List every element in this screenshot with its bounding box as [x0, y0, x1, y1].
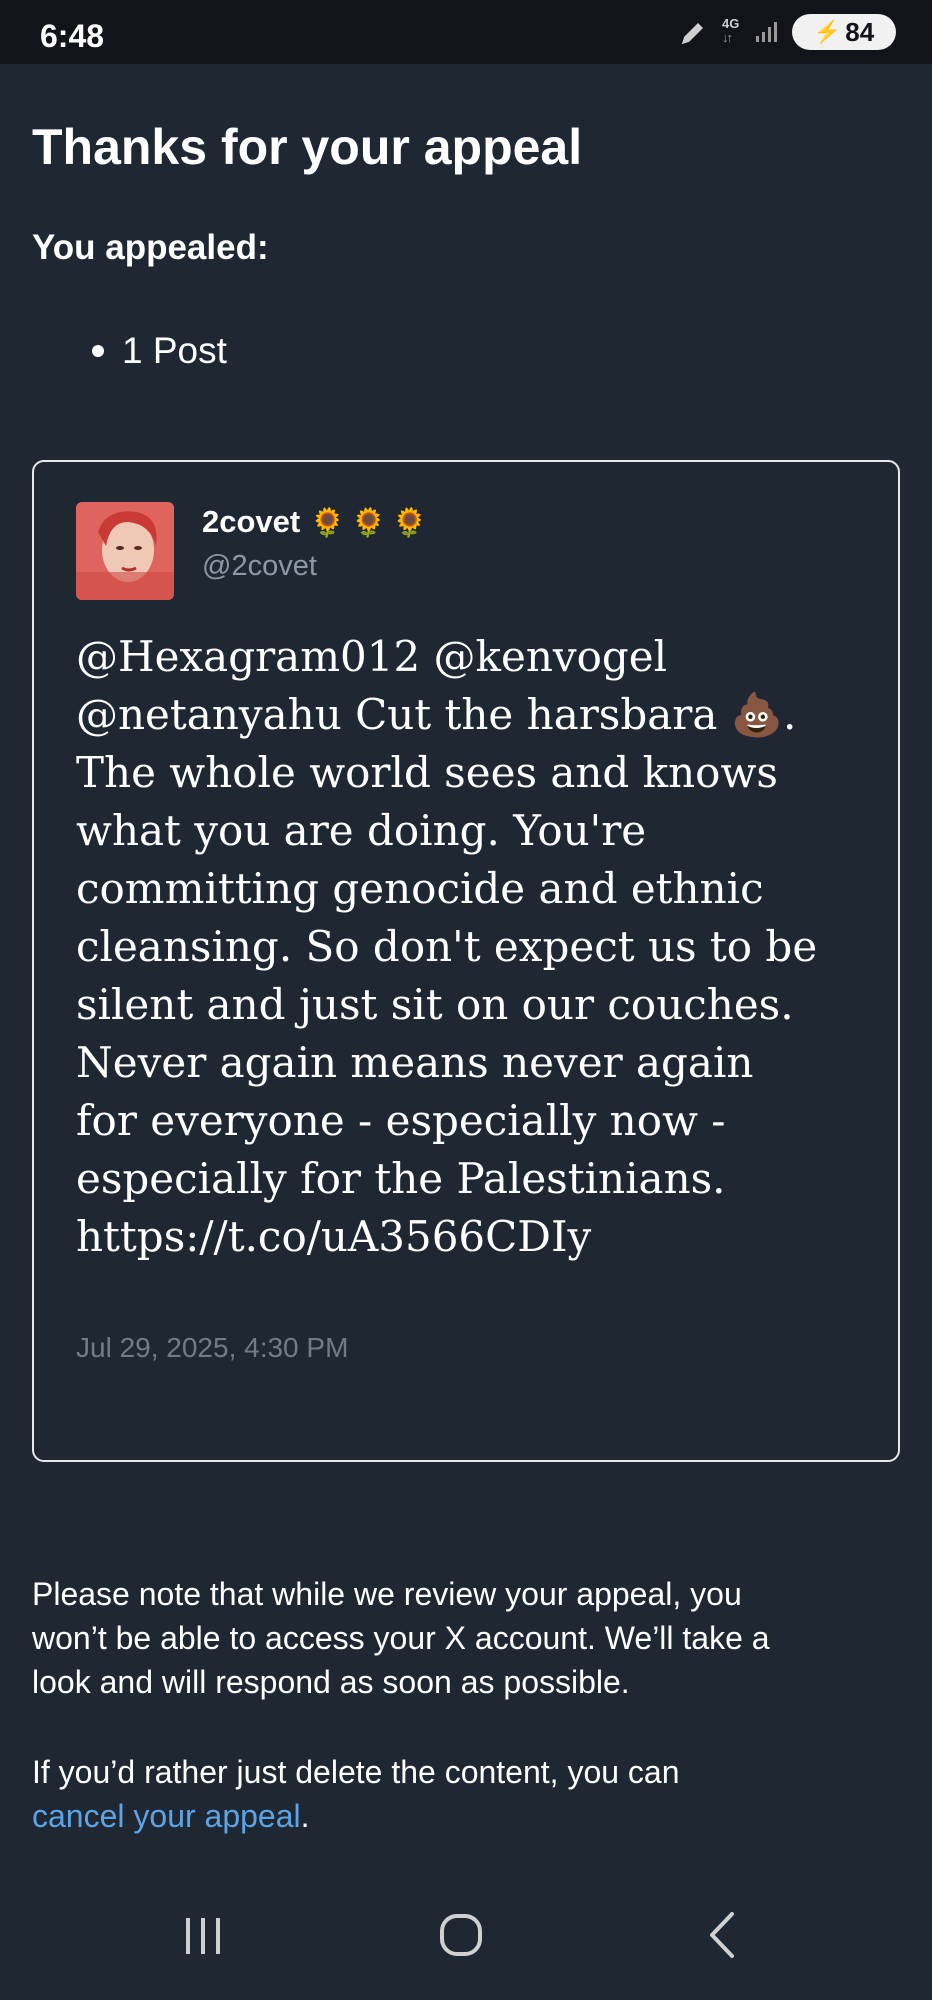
- status-bar: 6:48 4G ↓↑ ⚡ 84: [0, 0, 932, 64]
- network-icon: 4G ↓↑: [718, 16, 748, 48]
- appealed-post-card: 2covet 🌻🌻🌻 @2covet @Hexagram012 @kenvoge…: [32, 460, 900, 1462]
- delete-notice-text: If you’d rather just delete the content,…: [32, 1754, 680, 1790]
- home-icon[interactable]: [438, 1912, 484, 1958]
- signal-icon: [756, 22, 777, 42]
- recents-icon[interactable]: [182, 1916, 224, 1956]
- data-arrows-icon: ↓↑: [722, 30, 733, 45]
- review-notice: Please note that while we review your ap…: [32, 1572, 902, 1704]
- review-notice-line: won’t be able to access your X account. …: [32, 1620, 770, 1656]
- avatar-image: [76, 502, 174, 600]
- post-text-line: committing genocide and ethnic: [76, 864, 764, 913]
- post-text-line: what you are doing. You're: [76, 806, 647, 855]
- cancel-appeal-link[interactable]: cancel your appeal: [32, 1798, 301, 1834]
- pencil-icon: [681, 23, 703, 45]
- post-text-line: @netanyahu Cut the harsbara 💩.: [76, 690, 797, 739]
- avatar: [76, 502, 174, 600]
- post-text-line: for everyone - especially now -: [76, 1096, 726, 1145]
- review-notice-line: Please note that while we review your ap…: [32, 1576, 742, 1612]
- post-text-line: The whole world sees and knows: [76, 748, 778, 797]
- delete-notice-period: .: [300, 1798, 310, 1834]
- post-text-line: silent and just sit on our couches.: [76, 980, 794, 1029]
- review-notice-line: look and will respond as soon as possibl…: [32, 1664, 630, 1700]
- battery-indicator: ⚡ 84: [792, 14, 896, 50]
- appealed-heading: You appealed:: [32, 228, 269, 267]
- back-icon[interactable]: [704, 1910, 740, 1960]
- appealed-item: 1 Post: [92, 330, 227, 372]
- post-text-line: especially for the Palestinians.: [76, 1154, 726, 1203]
- page-title: Thanks for your appeal: [32, 119, 583, 175]
- delete-notice: If you’d rather just delete the content,…: [32, 1750, 902, 1838]
- battery-level: 84: [845, 16, 875, 47]
- system-nav-bar: [0, 1880, 932, 2000]
- delete-notice-line2: cancel your appeal.: [32, 1794, 902, 1838]
- post-text: @Hexagram012 @kenvogel @netanyahu Cut th…: [76, 628, 876, 1266]
- appealed-item-label: 1 Post: [122, 330, 227, 371]
- author-display-name: 2covet: [202, 504, 301, 539]
- post-text-line: @Hexagram012 @kenvogel: [76, 632, 668, 681]
- charging-icon: ⚡: [813, 19, 842, 44]
- post-link[interactable]: https://t.co/uA3566CDIy: [76, 1208, 876, 1266]
- author-name: 2covet 🌻🌻🌻: [202, 504, 433, 540]
- status-icons: 4G ↓↑ ⚡ 84: [596, 14, 896, 50]
- post-timestamp: Jul 29, 2025, 4:30 PM: [76, 1332, 349, 1363]
- author-handle: @2covet: [202, 550, 317, 582]
- status-time: 6:48: [40, 18, 105, 54]
- sunflower-emoji: 🌻🌻🌻: [310, 506, 433, 538]
- post-text-line: cleansing. So don't expect us to be: [76, 922, 818, 971]
- network-label: 4G: [722, 16, 740, 31]
- bullet-icon: [92, 345, 104, 357]
- post-text-line: Never again means never again: [76, 1038, 754, 1087]
